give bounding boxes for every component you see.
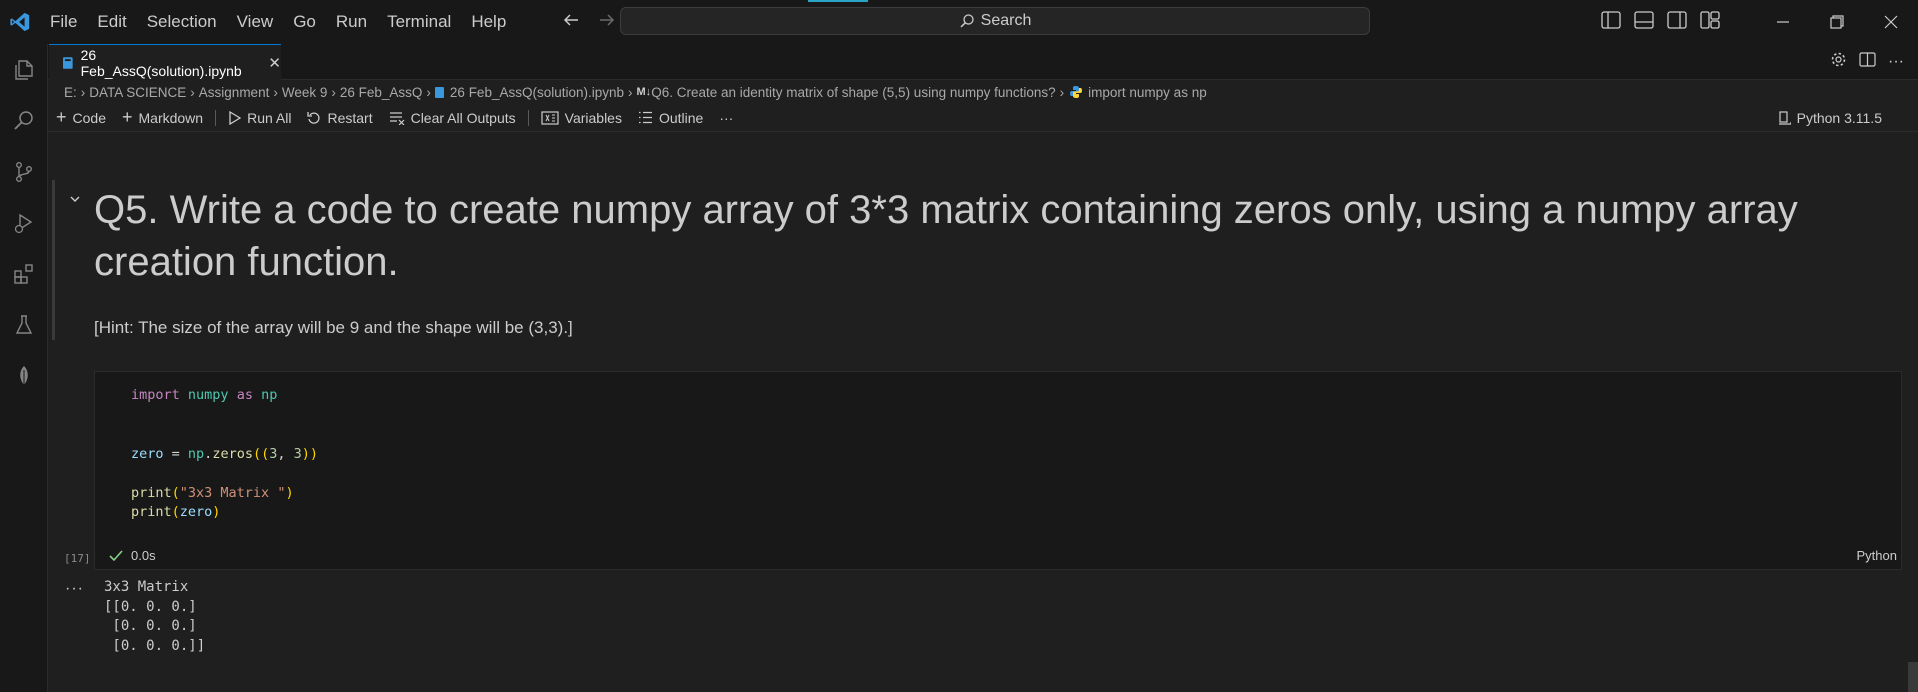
extensions-icon[interactable] <box>0 248 48 299</box>
breadcrumb-file[interactable]: 26 Feb_AssQ(solution).ipynb <box>450 85 624 100</box>
plus-icon: + <box>56 107 67 127</box>
scrollbar-thumb[interactable] <box>1908 662 1918 692</box>
output-line: [[0. 0. 0.] <box>104 598 197 615</box>
forward-arrow-icon[interactable] <box>598 11 616 34</box>
clear-all-icon <box>389 111 405 125</box>
notebook-file-icon <box>63 56 73 69</box>
chevron-right-icon: › <box>80 84 86 100</box>
split-editor-icon[interactable] <box>1859 51 1876 73</box>
editor-tab-bar: 26 Feb_AssQ(solution).ipynb ✕ ··· <box>48 44 1918 80</box>
menu-go[interactable]: Go <box>283 0 326 44</box>
chevron-right-icon: › <box>331 84 336 100</box>
code-content[interactable]: import numpy as np zero = np.zeros((3, 3… <box>131 386 318 523</box>
breadcrumb-folder-week9[interactable]: Week 9 <box>282 85 328 100</box>
restore-button[interactable] <box>1810 0 1864 44</box>
outline-button[interactable]: Outline <box>630 104 711 132</box>
code-cell-editor[interactable]: import numpy as np zero = np.zeros((3, 3… <box>94 371 1902 570</box>
execution-count: [17] <box>64 552 91 565</box>
tab-title: 26 Feb_AssQ(solution).ipynb <box>80 46 242 79</box>
cell-output: 3x3 Matrix [[0. 0. 0.] [0. 0. 0.] [0. 0. … <box>104 578 205 656</box>
chevron-down-icon[interactable] <box>69 191 81 209</box>
chevron-right-icon: › <box>628 84 633 100</box>
toolbar-divider <box>215 109 217 126</box>
menu-bar: File Edit Selection View Go Run Terminal… <box>40 0 516 44</box>
chevron-right-icon: › <box>273 84 278 100</box>
explorer-icon[interactable] <box>0 44 48 95</box>
notebook-settings-gear-icon[interactable] <box>1830 51 1847 73</box>
menu-terminal[interactable]: Terminal <box>377 0 461 44</box>
plus-icon: + <box>121 107 133 127</box>
cell-focus-indicator <box>52 180 55 340</box>
breadcrumb-folder-data-science[interactable]: DATA SCIENCE <box>89 85 186 100</box>
add-code-cell-button[interactable]: + Code <box>48 104 114 132</box>
menu-selection[interactable]: Selection <box>137 0 227 44</box>
search-sidebar-icon[interactable] <box>0 95 48 146</box>
kernel-label: Python 3.11.5 <box>1796 110 1882 126</box>
add-markdown-cell-button[interactable]: + Markdown <box>114 104 211 132</box>
menu-edit[interactable]: Edit <box>87 0 136 44</box>
variables-button[interactable]: Variables <box>533 104 630 132</box>
menu-view[interactable]: View <box>227 0 284 44</box>
activity-bar <box>0 44 48 692</box>
toolbar-divider <box>527 109 529 126</box>
variables-icon <box>541 110 559 125</box>
python-icon <box>1070 86 1083 98</box>
toggle-primary-sidebar-icon[interactable] <box>1601 10 1621 34</box>
breadcrumb-code-cell[interactable]: import numpy as np <box>1088 85 1207 100</box>
chevron-right-icon: › <box>426 84 431 100</box>
kernel-icon <box>1778 110 1791 125</box>
command-center-search[interactable]: Search <box>620 7 1370 35</box>
output-line: 3x3 Matrix <box>104 579 189 595</box>
output-line: [0. 0. 0.] <box>104 618 197 634</box>
menu-help[interactable]: Help <box>461 0 516 44</box>
markdown-heading: Q5. Write a code to create numpy array o… <box>94 188 1798 284</box>
notebook-file-icon <box>434 86 444 98</box>
markdown-hint-text: [Hint: The size of the array will be 9 a… <box>94 318 573 337</box>
menu-run[interactable]: Run <box>326 0 377 44</box>
close-window-button[interactable] <box>1864 0 1918 44</box>
notebook-toolbar: + Code + Markdown Run All Restart Clear Al… <box>48 104 1918 132</box>
play-icon <box>229 110 242 125</box>
search-label: Search <box>980 12 1032 29</box>
run-all-button[interactable]: Run All <box>220 104 299 132</box>
menu-file[interactable]: File <box>40 0 87 44</box>
check-icon <box>109 549 123 561</box>
minimize-button[interactable] <box>1756 0 1810 44</box>
kernel-picker[interactable]: Python 3.11.5 <box>1778 104 1882 132</box>
breadcrumb-drive[interactable]: E: <box>64 85 77 100</box>
search-icon <box>960 14 974 28</box>
testing-flask-icon[interactable] <box>0 299 48 350</box>
close-icon[interactable]: ✕ <box>268 54 281 72</box>
back-arrow-icon[interactable] <box>562 11 580 34</box>
breadcrumb: E: › DATA SCIENCE › Assignment › Week 9 › 26… <box>64 82 1207 102</box>
run-and-debug-icon[interactable] <box>0 197 48 248</box>
mongodb-leaf-icon[interactable] <box>0 350 48 401</box>
restart-icon <box>307 111 321 124</box>
vscode-logo-icon <box>0 0 40 44</box>
execution-time: 0.0s <box>131 548 156 563</box>
output-actions-button[interactable]: ··· <box>65 580 84 598</box>
restart-kernel-button[interactable]: Restart <box>299 104 380 132</box>
outline-list-icon <box>638 111 652 124</box>
toggle-secondary-sidebar-icon[interactable] <box>1667 10 1687 34</box>
output-line: [0. 0. 0.]] <box>104 637 206 654</box>
toggle-panel-icon[interactable] <box>1634 10 1654 34</box>
breadcrumb-folder-26feb[interactable]: 26 Feb_AssQ <box>340 85 423 100</box>
chevron-right-icon: › <box>190 84 195 100</box>
breadcrumb-markdown-cell[interactable]: Q6. Create an identity matrix of shape (… <box>651 85 1055 100</box>
more-toolbar-actions-button[interactable]: ··· <box>711 104 741 132</box>
clear-all-outputs-button[interactable]: Clear All Outputs <box>381 104 524 132</box>
chevron-right-icon: › <box>1059 84 1065 100</box>
markdown-icon: M↓ <box>636 86 652 98</box>
cell-execution-status: 0.0s <box>109 548 156 563</box>
breadcrumb-folder-assignment[interactable]: Assignment <box>199 85 270 100</box>
command-center-accent <box>808 0 868 2</box>
customize-layout-icon[interactable] <box>1700 10 1720 34</box>
title-bar: File Edit Selection View Go Run Terminal… <box>0 0 1918 44</box>
source-control-icon[interactable] <box>0 146 48 197</box>
tab-notebook[interactable]: 26 Feb_AssQ(solution).ipynb ✕ <box>49 44 281 80</box>
cell-language-picker[interactable]: Python <box>1857 548 1897 563</box>
more-actions-icon[interactable]: ··· <box>1888 53 1904 71</box>
